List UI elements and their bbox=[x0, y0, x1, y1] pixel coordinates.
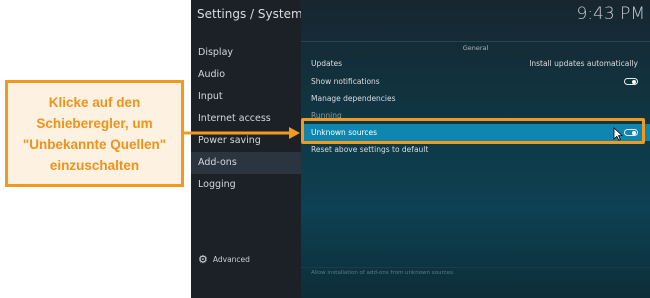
annotation-arrow-icon bbox=[184, 127, 300, 139]
mouse-pointer-icon bbox=[613, 127, 623, 141]
